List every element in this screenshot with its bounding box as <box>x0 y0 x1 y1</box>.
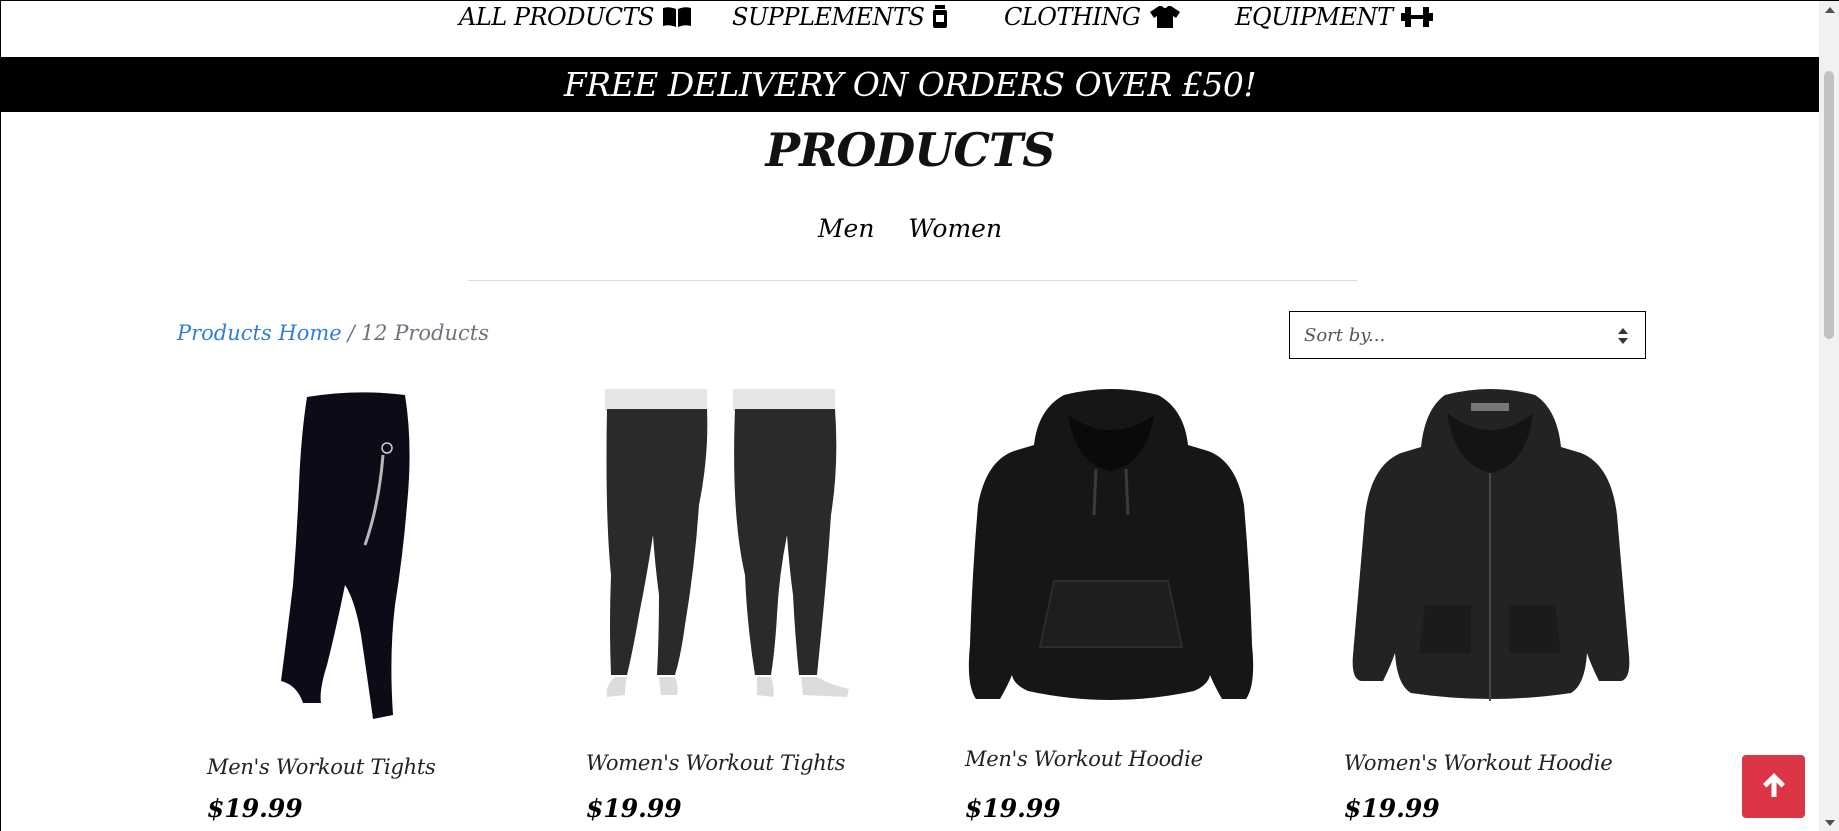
products-home-link[interactable]: Products Home <box>177 321 342 345</box>
product-price: $19.99 <box>586 794 682 823</box>
divider <box>468 280 1357 281</box>
nav-supplements-label: SUPPLEMENTS <box>732 3 925 31</box>
nav-supplements[interactable]: SUPPLEMENTS <box>732 3 948 31</box>
vertical-scrollbar[interactable] <box>1819 1 1839 831</box>
breadcrumb-separator: / <box>347 321 355 345</box>
page-title: PRODUCTS <box>765 123 1056 177</box>
top-nav: ALL PRODUCTS SUPPLEMENTS CLOTHING EQUIPM… <box>1 1 1819 57</box>
scroll-to-top-button[interactable] <box>1742 755 1805 818</box>
product-name[interactable]: Men's Workout Hoodie <box>965 747 1203 771</box>
product-image-womens-hoodie[interactable] <box>1321 385 1651 725</box>
product-price: $19.99 <box>965 794 1061 823</box>
filter-women-link[interactable]: Women <box>908 214 1002 243</box>
filter-men-link[interactable]: Men <box>818 214 875 243</box>
banner-text: FREE DELIVERY ON ORDERS OVER £50! <box>563 65 1257 104</box>
breadcrumb: Products Home/12 Products <box>177 321 489 345</box>
product-image-mens-tights[interactable] <box>207 385 537 725</box>
scrollbar-thumb[interactable] <box>1824 71 1834 339</box>
supplement-jar-icon <box>932 5 948 29</box>
nav-all-products[interactable]: ALL PRODUCTS <box>459 3 692 31</box>
nav-clothing-label: CLOTHING <box>1004 3 1141 31</box>
nav-all-products-label: ALL PRODUCTS <box>459 3 655 31</box>
nav-equipment[interactable]: EQUIPMENT <box>1235 3 1433 31</box>
product-image-womens-tights[interactable] <box>581 385 911 725</box>
book-icon <box>662 6 692 28</box>
dumbbell-icon <box>1400 5 1433 29</box>
tshirt-icon <box>1149 5 1181 29</box>
scroll-down-arrow-icon[interactable] <box>1825 820 1835 826</box>
product-name[interactable]: Men's Workout Tights <box>207 755 436 779</box>
scroll-up-arrow-icon[interactable] <box>1825 7 1835 13</box>
product-name[interactable]: Women's Workout Tights <box>586 751 845 775</box>
arrow-up-icon <box>1761 771 1787 803</box>
product-price: $19.99 <box>1344 794 1440 823</box>
product-name[interactable]: Women's Workout Hoodie <box>1344 751 1613 775</box>
product-price: $19.99 <box>207 794 303 823</box>
nav-clothing[interactable]: CLOTHING <box>1004 3 1181 31</box>
product-image-mens-hoodie[interactable] <box>946 385 1276 725</box>
sort-select[interactable]: Sort by... <box>1289 311 1646 359</box>
nav-equipment-label: EQUIPMENT <box>1235 3 1393 31</box>
gender-filter: Men Women <box>1 214 1819 243</box>
product-count: 12 Products <box>360 321 489 345</box>
sort-placeholder: Sort by... <box>1304 324 1386 346</box>
select-arrows-icon <box>1617 327 1629 350</box>
products-page: ALL PRODUCTS SUPPLEMENTS CLOTHING EQUIPM… <box>0 0 1839 831</box>
free-delivery-banner: FREE DELIVERY ON ORDERS OVER £50! <box>1 57 1819 112</box>
